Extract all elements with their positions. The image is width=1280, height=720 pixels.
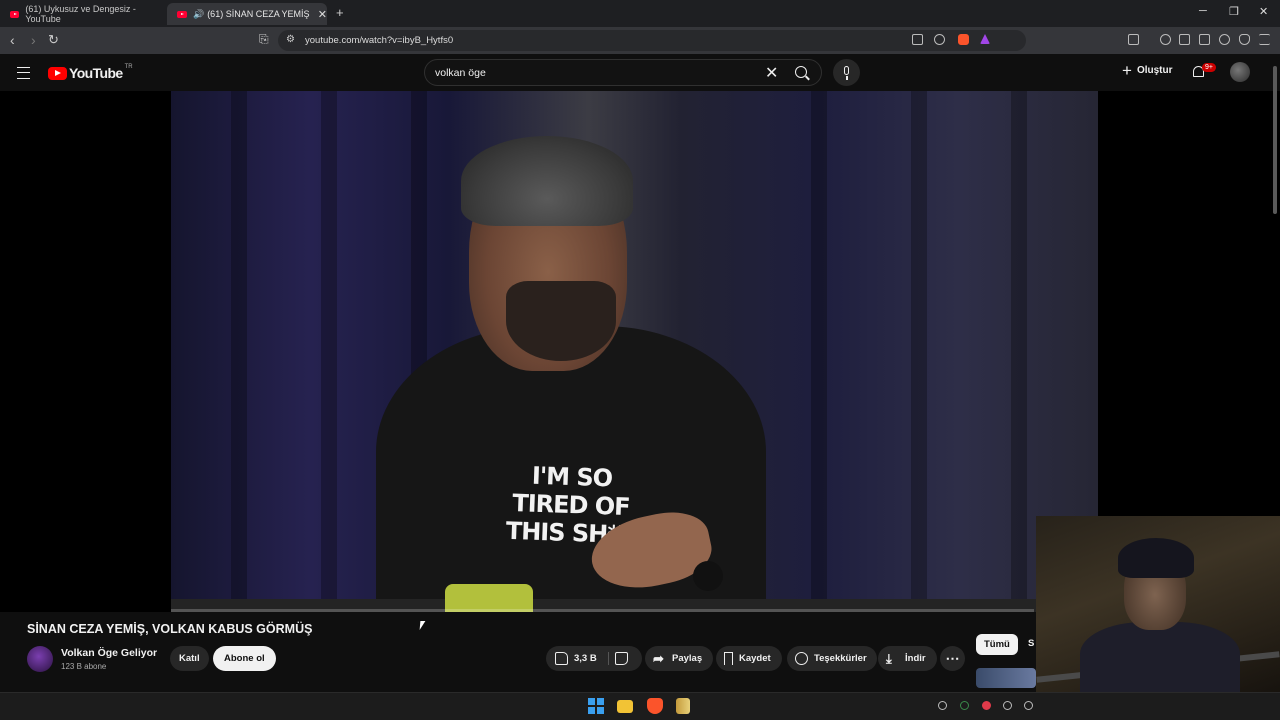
like-count[interactable]: 3,3 B: [574, 653, 597, 664]
join-button[interactable]: Katıl: [170, 646, 209, 671]
url-text[interactable]: youtube.com/watch?v=ibyB_Hytfs0: [305, 35, 453, 46]
miniplayer-preview[interactable]: [1036, 516, 1280, 692]
browser-toolbar: ‹ › ↻ ⎘ ⚙ youtube.com/watch?v=ibyB_Hytfs…: [0, 27, 1280, 54]
media-icon[interactable]: [1160, 34, 1171, 45]
maximize-button[interactable]: ❐: [1229, 5, 1239, 18]
youtube-header: YouTube TR volkan öge ✕ + Oluştur 9+: [0, 54, 1280, 91]
minimize-button[interactable]: ─: [1199, 5, 1207, 17]
brave-browser-icon[interactable]: [647, 698, 663, 714]
vpn-icon[interactable]: [1239, 34, 1250, 45]
tray-icon[interactable]: [982, 701, 991, 710]
tray-icon[interactable]: [1003, 701, 1012, 710]
download-icon: ⤓: [886, 651, 892, 666]
wallet-icon[interactable]: [1199, 34, 1210, 45]
file-explorer-icon[interactable]: [617, 700, 633, 713]
video-progress-bar[interactable]: [171, 609, 1034, 612]
close-window-button[interactable]: ✕: [1259, 5, 1268, 18]
tray-icon[interactable]: [1024, 701, 1033, 710]
browser-tab-bar: (61) Uykusuz ve Dengesiz - YouTube 🔊 (61…: [0, 0, 1280, 27]
wrist-watch: [693, 561, 723, 591]
curtain-fold: [321, 91, 337, 612]
thumbs-down-icon[interactable]: [615, 652, 628, 665]
site-settings-icon[interactable]: ⚙: [286, 34, 295, 45]
more-actions-button[interactable]: ⋯: [940, 646, 965, 671]
share-arrow-icon: ➦: [653, 651, 664, 666]
close-tab-icon[interactable]: ✕: [318, 8, 327, 21]
youtube-logo[interactable]: YouTube TR: [48, 64, 133, 81]
curtain-fold: [811, 91, 827, 612]
youtube-favicon-icon: [10, 10, 20, 18]
bookmark-icon[interactable]: ⎘: [259, 32, 269, 47]
bookmark-icon: [724, 652, 733, 665]
cast-icon[interactable]: [912, 34, 923, 45]
tab-title: (61) SİNAN CEZA YEMİŞ, VOL: [207, 9, 310, 19]
video-frame[interactable]: I'M SO TIRED OF THIS SH*T: [171, 91, 1098, 612]
youtube-play-icon: [48, 66, 67, 80]
curtain-fold: [911, 91, 927, 612]
speaker-icon: 🔊: [192, 8, 205, 19]
search-icon[interactable]: [795, 66, 807, 78]
youtube-favicon-icon: [177, 10, 187, 18]
video-title: SİNAN CEZA YEMİŞ, VOLKAN KABUS GÖRMÜŞ: [27, 622, 313, 636]
tab-search-icon[interactable]: [1128, 34, 1139, 45]
voice-search-icon[interactable]: [833, 59, 860, 86]
thanks-button[interactable]: Teşekkürler: [787, 646, 877, 671]
tab-title: (61) Uykusuz ve Dengesiz - YouTube: [25, 4, 136, 24]
clear-search-icon[interactable]: ✕: [765, 63, 778, 83]
plus-icon: +: [1122, 60, 1132, 80]
reload-icon[interactable]: ↻: [48, 32, 59, 48]
download-button[interactable]: ⤓ İndir: [878, 646, 937, 671]
person-beard: [506, 281, 616, 361]
back-arrow-icon[interactable]: ‹: [10, 32, 15, 48]
forward-arrow-icon[interactable]: ›: [31, 32, 36, 48]
tab-uykusuz[interactable]: (61) Uykusuz ve Dengesiz - YouTube: [0, 3, 164, 25]
mini-person-hair: [1118, 538, 1194, 578]
channel-name[interactable]: Volkan Öge Geliyor: [61, 647, 157, 659]
like-dislike-group: 3,3 B: [546, 646, 642, 671]
page-scrollbar[interactable]: [1273, 66, 1277, 214]
mini-person-body: [1080, 622, 1240, 692]
brave-rewards-icon[interactable]: [980, 34, 990, 44]
search-input[interactable]: volkan öge: [435, 67, 486, 79]
mouse-cursor: [419, 621, 426, 630]
person-hair: [461, 136, 633, 226]
sidebar-icon[interactable]: [1179, 34, 1190, 45]
share-button[interactable]: ➦ Paylaş: [645, 646, 714, 671]
tray-icon[interactable]: [938, 701, 947, 710]
super-thanks-icon: [795, 652, 808, 665]
search-box[interactable]: volkan öge ✕: [424, 59, 822, 86]
menu-icon[interactable]: [1259, 34, 1270, 45]
account-avatar[interactable]: [1230, 62, 1250, 82]
app-icon[interactable]: [676, 698, 690, 714]
leo-ai-icon[interactable]: [1219, 34, 1230, 45]
save-button[interactable]: Kaydet: [716, 646, 782, 671]
chip-all[interactable]: Tümü: [976, 634, 1018, 655]
create-button[interactable]: + Oluştur: [1122, 60, 1173, 80]
subscribe-button[interactable]: Abone ol: [213, 646, 276, 671]
channel-avatar[interactable]: [27, 646, 53, 672]
tab-sinan-ceza[interactable]: 🔊 (61) SİNAN CEZA YEMİŞ, VOL ✕: [167, 3, 327, 25]
chip-next[interactable]: S: [1028, 638, 1034, 649]
curtain-fold: [1011, 91, 1027, 612]
share-page-icon[interactable]: [934, 34, 945, 45]
windows-start-icon[interactable]: [588, 698, 604, 714]
hamburger-menu-icon[interactable]: [17, 67, 30, 79]
tray-icon[interactable]: [960, 701, 969, 710]
notification-badge: 9+: [1202, 63, 1216, 72]
curtain-fold: [231, 91, 247, 612]
green-mug: [445, 584, 533, 612]
brave-shields-icon[interactable]: [958, 34, 969, 45]
recommended-thumbnail[interactable]: [976, 668, 1036, 688]
divider: [608, 652, 609, 665]
windows-taskbar: [0, 692, 1280, 720]
new-tab-button[interactable]: +: [336, 5, 344, 20]
thumbs-up-icon[interactable]: [555, 652, 568, 665]
subscriber-count: 123 B abone: [61, 662, 107, 671]
